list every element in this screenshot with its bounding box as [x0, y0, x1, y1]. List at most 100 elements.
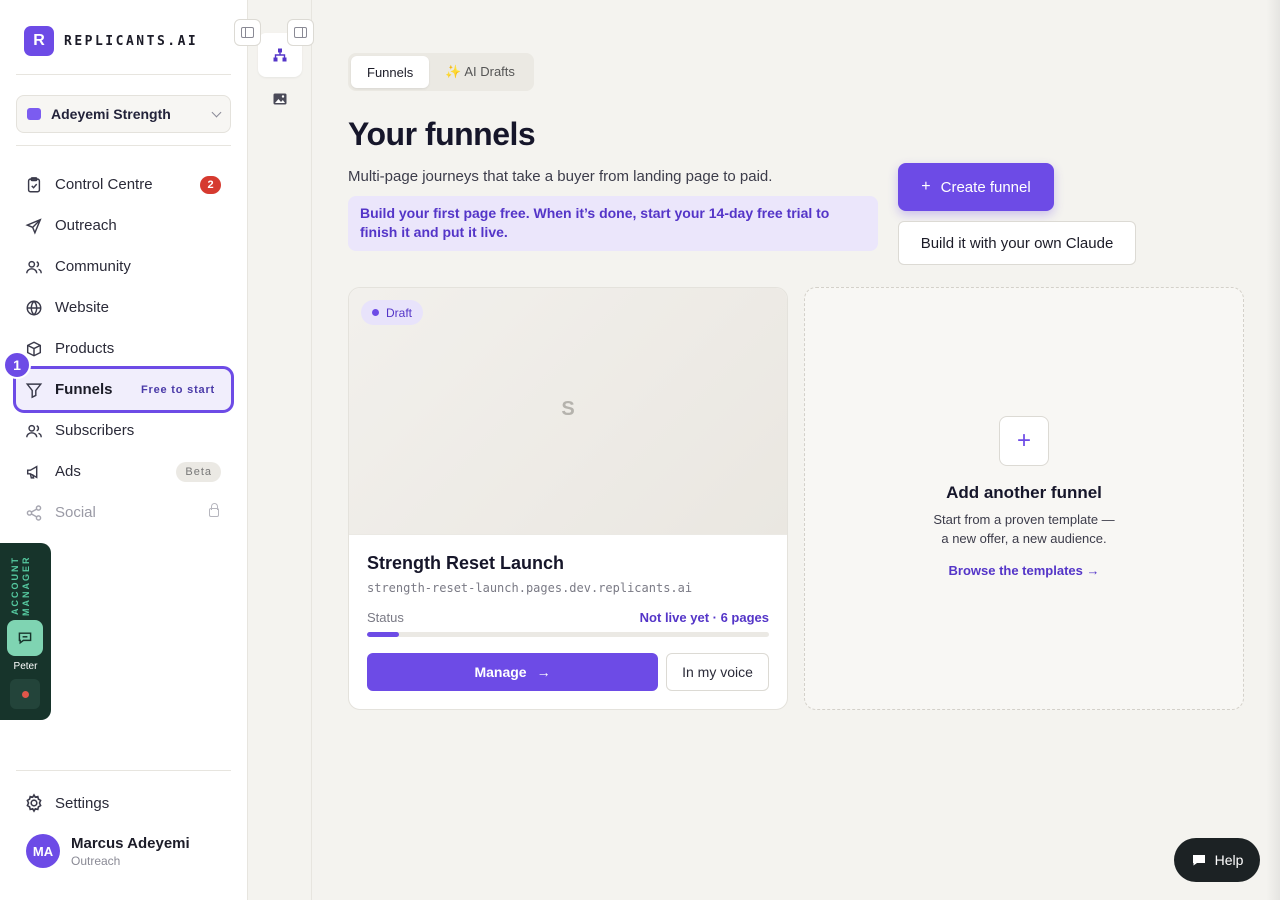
funnel-preview[interactable]: Draft S [349, 288, 787, 535]
status-dot-icon [21, 690, 29, 698]
users-icon [24, 421, 44, 441]
clipboard-icon [24, 175, 44, 195]
brand-name: REPLICANTS.AI [64, 33, 199, 49]
settings-link[interactable]: Settings [24, 793, 109, 813]
sidebar-item-funnels[interactable]: Funnels Free to start [13, 366, 234, 413]
divider [16, 74, 231, 75]
progress-bar [367, 632, 769, 637]
create-funnel-label: Create funnel [940, 178, 1031, 196]
arrow-right-icon: → [1086, 563, 1100, 578]
sidebar-item-label: Ads [55, 463, 81, 480]
send-icon [24, 216, 44, 236]
status-badge: Draft [361, 300, 424, 325]
panel-toggle-icon [294, 27, 307, 38]
user-name: Marcus Adeyemi [71, 834, 190, 852]
chevron-down-icon [211, 107, 222, 117]
account-manager-chat-button[interactable] [7, 620, 43, 656]
sidebar-item-label: Social [55, 504, 96, 521]
tab-funnels[interactable]: Funnels [351, 56, 430, 88]
status-row: Status Not live yet · 6 pages [367, 610, 769, 625]
sidebar-item-subscribers[interactable]: Subscribers [16, 410, 231, 451]
free-trial-notice: Build your first page free. When it’s do… [348, 196, 878, 251]
sidebar-item-label: Website [55, 299, 109, 316]
sidebar-nav: Control Centre 2 Outreach Community Webs… [13, 164, 234, 533]
brand-mark: R [24, 26, 54, 56]
funnel-title: Strength Reset Launch [367, 553, 565, 573]
sidebar-item-control-centre[interactable]: Control Centre 2 [16, 164, 231, 205]
create-funnel-button[interactable]: + Create funnel [898, 163, 1054, 211]
sidebar-item-social[interactable]: Social [16, 492, 231, 533]
preview-placeholder-letter: S [561, 398, 575, 420]
sidebar-item-label: Community [55, 258, 131, 275]
brand-logo[interactable]: R REPLICANTS.AI [24, 26, 198, 56]
chat-bubble-icon [1192, 855, 1205, 866]
settings-label: Settings [55, 794, 110, 812]
status-badge-label: Draft [386, 305, 413, 320]
sidebar-item-website[interactable]: Website [16, 287, 231, 328]
megaphone-icon [24, 462, 44, 482]
sidebar-toggle-icon [241, 27, 254, 38]
progress-fill [367, 632, 400, 637]
free-to-start-tag: Free to start [141, 383, 215, 396]
add-funnel-description-line: Start from a proven template — [933, 512, 1115, 527]
sidebar-item-label: Products [55, 340, 115, 357]
browse-templates-link[interactable]: Browse the templates → [805, 563, 1243, 578]
briefcase-icon [27, 108, 41, 120]
help-label: Help [1214, 852, 1244, 868]
manage-label: Manage [474, 664, 527, 680]
page-subtitle: Multi-page journeys that take a buyer fr… [348, 168, 773, 185]
account-manager-name: Peter [13, 661, 38, 672]
sidebar-item-label: Subscribers [55, 422, 135, 439]
page-title: Your funnels [348, 116, 536, 152]
browse-templates-label: Browse the templates [948, 563, 1083, 578]
add-funnel-card[interactable]: + Add another funnel Start from a proven… [804, 287, 1244, 710]
share-icon [24, 503, 44, 523]
sitemap-icon [273, 48, 287, 62]
status-label: Status [367, 610, 404, 625]
workspace-selector[interactable]: Adeyemi Strength [16, 95, 231, 133]
arrow-right-icon: → [536, 664, 551, 680]
manage-button[interactable]: Manage → [367, 653, 658, 691]
onboarding-step-badge: 1 [3, 351, 31, 379]
edge-shadow [1266, 0, 1280, 900]
dot-icon [372, 309, 379, 316]
in-my-voice-button[interactable]: In my voice [666, 653, 769, 691]
sidebar-item-products[interactable]: Products [16, 328, 231, 369]
secondary-rail [234, 0, 314, 900]
sidebar-item-outreach[interactable]: Outreach [16, 205, 231, 246]
add-funnel-description-line: a new offer, a new audience. [941, 531, 1107, 546]
people-icon [24, 257, 44, 277]
add-funnel-title: Add another funnel [946, 483, 1102, 502]
sidebar: R REPLICANTS.AI Adeyemi Strength Control… [0, 0, 248, 900]
divider [16, 770, 231, 771]
rail-media-button[interactable] [258, 77, 302, 121]
plus-icon[interactable]: + [999, 416, 1049, 466]
gear-icon [26, 793, 42, 813]
workspace-name: Adeyemi Strength [51, 106, 171, 122]
toggle-panel-button[interactable] [287, 19, 314, 46]
account-manager-status-button[interactable] [10, 679, 40, 709]
sidebar-item-label: Control Centre [55, 176, 153, 193]
chat-icon [18, 632, 32, 645]
globe-icon [24, 298, 44, 318]
sidebar-item-community[interactable]: Community [16, 246, 231, 287]
main-content: Funnels ✨ AI Drafts Your funnels Multi-p… [312, 0, 1280, 900]
beta-badge: Beta [176, 461, 221, 482]
divider [16, 145, 231, 146]
funnel-card[interactable]: Draft S Strength Reset Launch strength-r… [348, 287, 788, 710]
sidebar-item-label: Funnels [55, 381, 113, 398]
funnel-url[interactable]: strength-reset-launch.pages.dev.replican… [367, 581, 692, 595]
collapse-sidebar-button[interactable] [234, 19, 261, 46]
build-with-claude-button[interactable]: Build it with your own Claude [898, 221, 1136, 265]
image-icon [273, 93, 287, 105]
user-role: Outreach [71, 853, 121, 868]
avatar: MA [26, 834, 60, 868]
account-manager-label: ACCOUNT MANAGER [10, 555, 31, 617]
sidebar-item-ads[interactable]: Ads Beta [16, 451, 231, 492]
view-tabs: Funnels ✨ AI Drafts [348, 53, 534, 91]
user-profile[interactable]: MA Marcus Adeyemi Outreach [26, 834, 190, 868]
help-button[interactable]: Help [1174, 838, 1260, 882]
tab-ai-drafts[interactable]: ✨ AI Drafts [429, 56, 531, 88]
notification-count-badge: 2 [200, 175, 221, 194]
funnel-icon [24, 380, 44, 400]
